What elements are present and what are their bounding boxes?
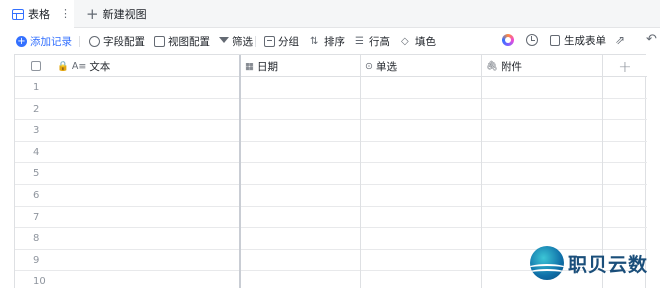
watermark-text: 职贝云数 <box>568 254 649 276</box>
sort-button[interactable]: ⇅ 排序 <box>310 32 345 50</box>
add-record-button[interactable]: + 添加记录 <box>16 32 72 50</box>
share-icon[interactable]: ⇗ <box>615 33 625 47</box>
watermark-logo: 职贝云数 <box>530 244 656 284</box>
generate-form-button[interactable]: 生成表单 <box>550 32 606 48</box>
table-row[interactable]: 7 <box>15 207 647 229</box>
row-height-icon: ☰ <box>355 35 364 47</box>
add-circle-icon: + <box>16 35 27 47</box>
row-number: 5 <box>33 168 40 180</box>
add-record-label: 添加记录 <box>30 35 72 48</box>
column-divider <box>239 55 241 288</box>
table-row[interactable]: 6 <box>15 185 647 207</box>
column-divider <box>481 55 482 288</box>
globe-logo-icon <box>530 246 564 280</box>
divider <box>79 36 80 47</box>
row-number: 4 <box>33 146 40 158</box>
column-header-date[interactable]: ▦ 日期 <box>245 55 278 77</box>
column-header-text[interactable]: 🔒 A≡ 文本 <box>57 55 110 77</box>
group-button[interactable]: 分组 <box>264 32 299 50</box>
view-icon <box>154 35 165 47</box>
add-column-button[interactable]: + <box>603 55 647 77</box>
form-icon <box>550 34 560 46</box>
group-icon <box>264 35 275 47</box>
view-config-button[interactable]: 视图配置 <box>154 32 210 50</box>
history-icon[interactable] <box>526 34 538 46</box>
generate-form-label: 生成表单 <box>564 34 606 47</box>
column-label: 文本 <box>89 60 111 73</box>
row-number: 7 <box>33 211 40 223</box>
row-number: 3 <box>33 125 40 137</box>
gear-icon <box>89 35 100 47</box>
row-number: 10 <box>33 276 46 288</box>
table-row[interactable]: 3 <box>15 120 647 142</box>
table-row[interactable]: 5 <box>15 163 647 185</box>
undo-icon[interactable]: ↶ <box>646 32 657 47</box>
divider <box>255 36 256 47</box>
grid-header: 🔒 A≡ 文本 ▦ 日期 ⊙ 单选 🖇 附件 + <box>15 55 647 77</box>
new-view-button[interactable]: + 新建视图 <box>86 0 147 28</box>
row-number: 6 <box>33 190 40 201</box>
more-icon[interactable]: ⋮ <box>60 7 71 20</box>
group-label: 分组 <box>278 35 299 48</box>
table-icon <box>12 8 24 20</box>
column-label: 单选 <box>375 60 397 73</box>
sort-label: 排序 <box>324 35 345 48</box>
filter-button[interactable]: 筛选 <box>219 32 253 50</box>
table-row[interactable]: 2 <box>15 99 647 121</box>
single-select-icon: ⊙ <box>365 60 373 72</box>
column-label: 附件 <box>501 60 523 73</box>
column-divider <box>360 55 361 288</box>
row-number: 1 <box>33 82 40 93</box>
lock-icon: 🔒 <box>57 60 69 72</box>
paint-bucket-icon: ◇ <box>401 35 409 47</box>
filter-icon <box>219 37 229 43</box>
tab-bar: 表格 ⋮ + 新建视图 <box>0 0 660 28</box>
column-label: 日期 <box>256 60 278 73</box>
row-height-label: 行高 <box>369 35 390 48</box>
new-view-label: 新建视图 <box>102 8 147 21</box>
calendar-icon: ▦ <box>245 60 254 72</box>
field-config-button[interactable]: 字段配置 <box>89 32 145 50</box>
row-number: 8 <box>33 233 40 245</box>
fill-color-button[interactable]: ◇ 填色 <box>401 32 436 50</box>
row-height-button[interactable]: ☰ 行高 <box>355 32 390 50</box>
plus-icon: + <box>86 4 99 23</box>
select-all-checkbox[interactable] <box>31 61 41 71</box>
view-config-label: 视图配置 <box>168 35 210 48</box>
paperclip-icon: 🖇 <box>486 60 499 72</box>
ai-assistant-icon[interactable] <box>502 34 514 46</box>
column-header-attachment[interactable]: 🖇 附件 <box>486 55 522 77</box>
sort-icon: ⇅ <box>310 35 319 47</box>
row-number: 2 <box>33 103 40 115</box>
column-header-single-select[interactable]: ⊙ 单选 <box>365 55 397 77</box>
row-number: 9 <box>33 254 40 266</box>
filter-label: 筛选 <box>232 35 253 48</box>
text-field-icon: A≡ <box>71 60 87 72</box>
field-config-label: 字段配置 <box>103 35 145 48</box>
tab-label: 表格 <box>28 8 50 21</box>
table-row[interactable]: 4 <box>15 142 647 164</box>
fill-color-label: 填色 <box>415 35 436 48</box>
table-row[interactable]: 1 <box>15 77 647 99</box>
